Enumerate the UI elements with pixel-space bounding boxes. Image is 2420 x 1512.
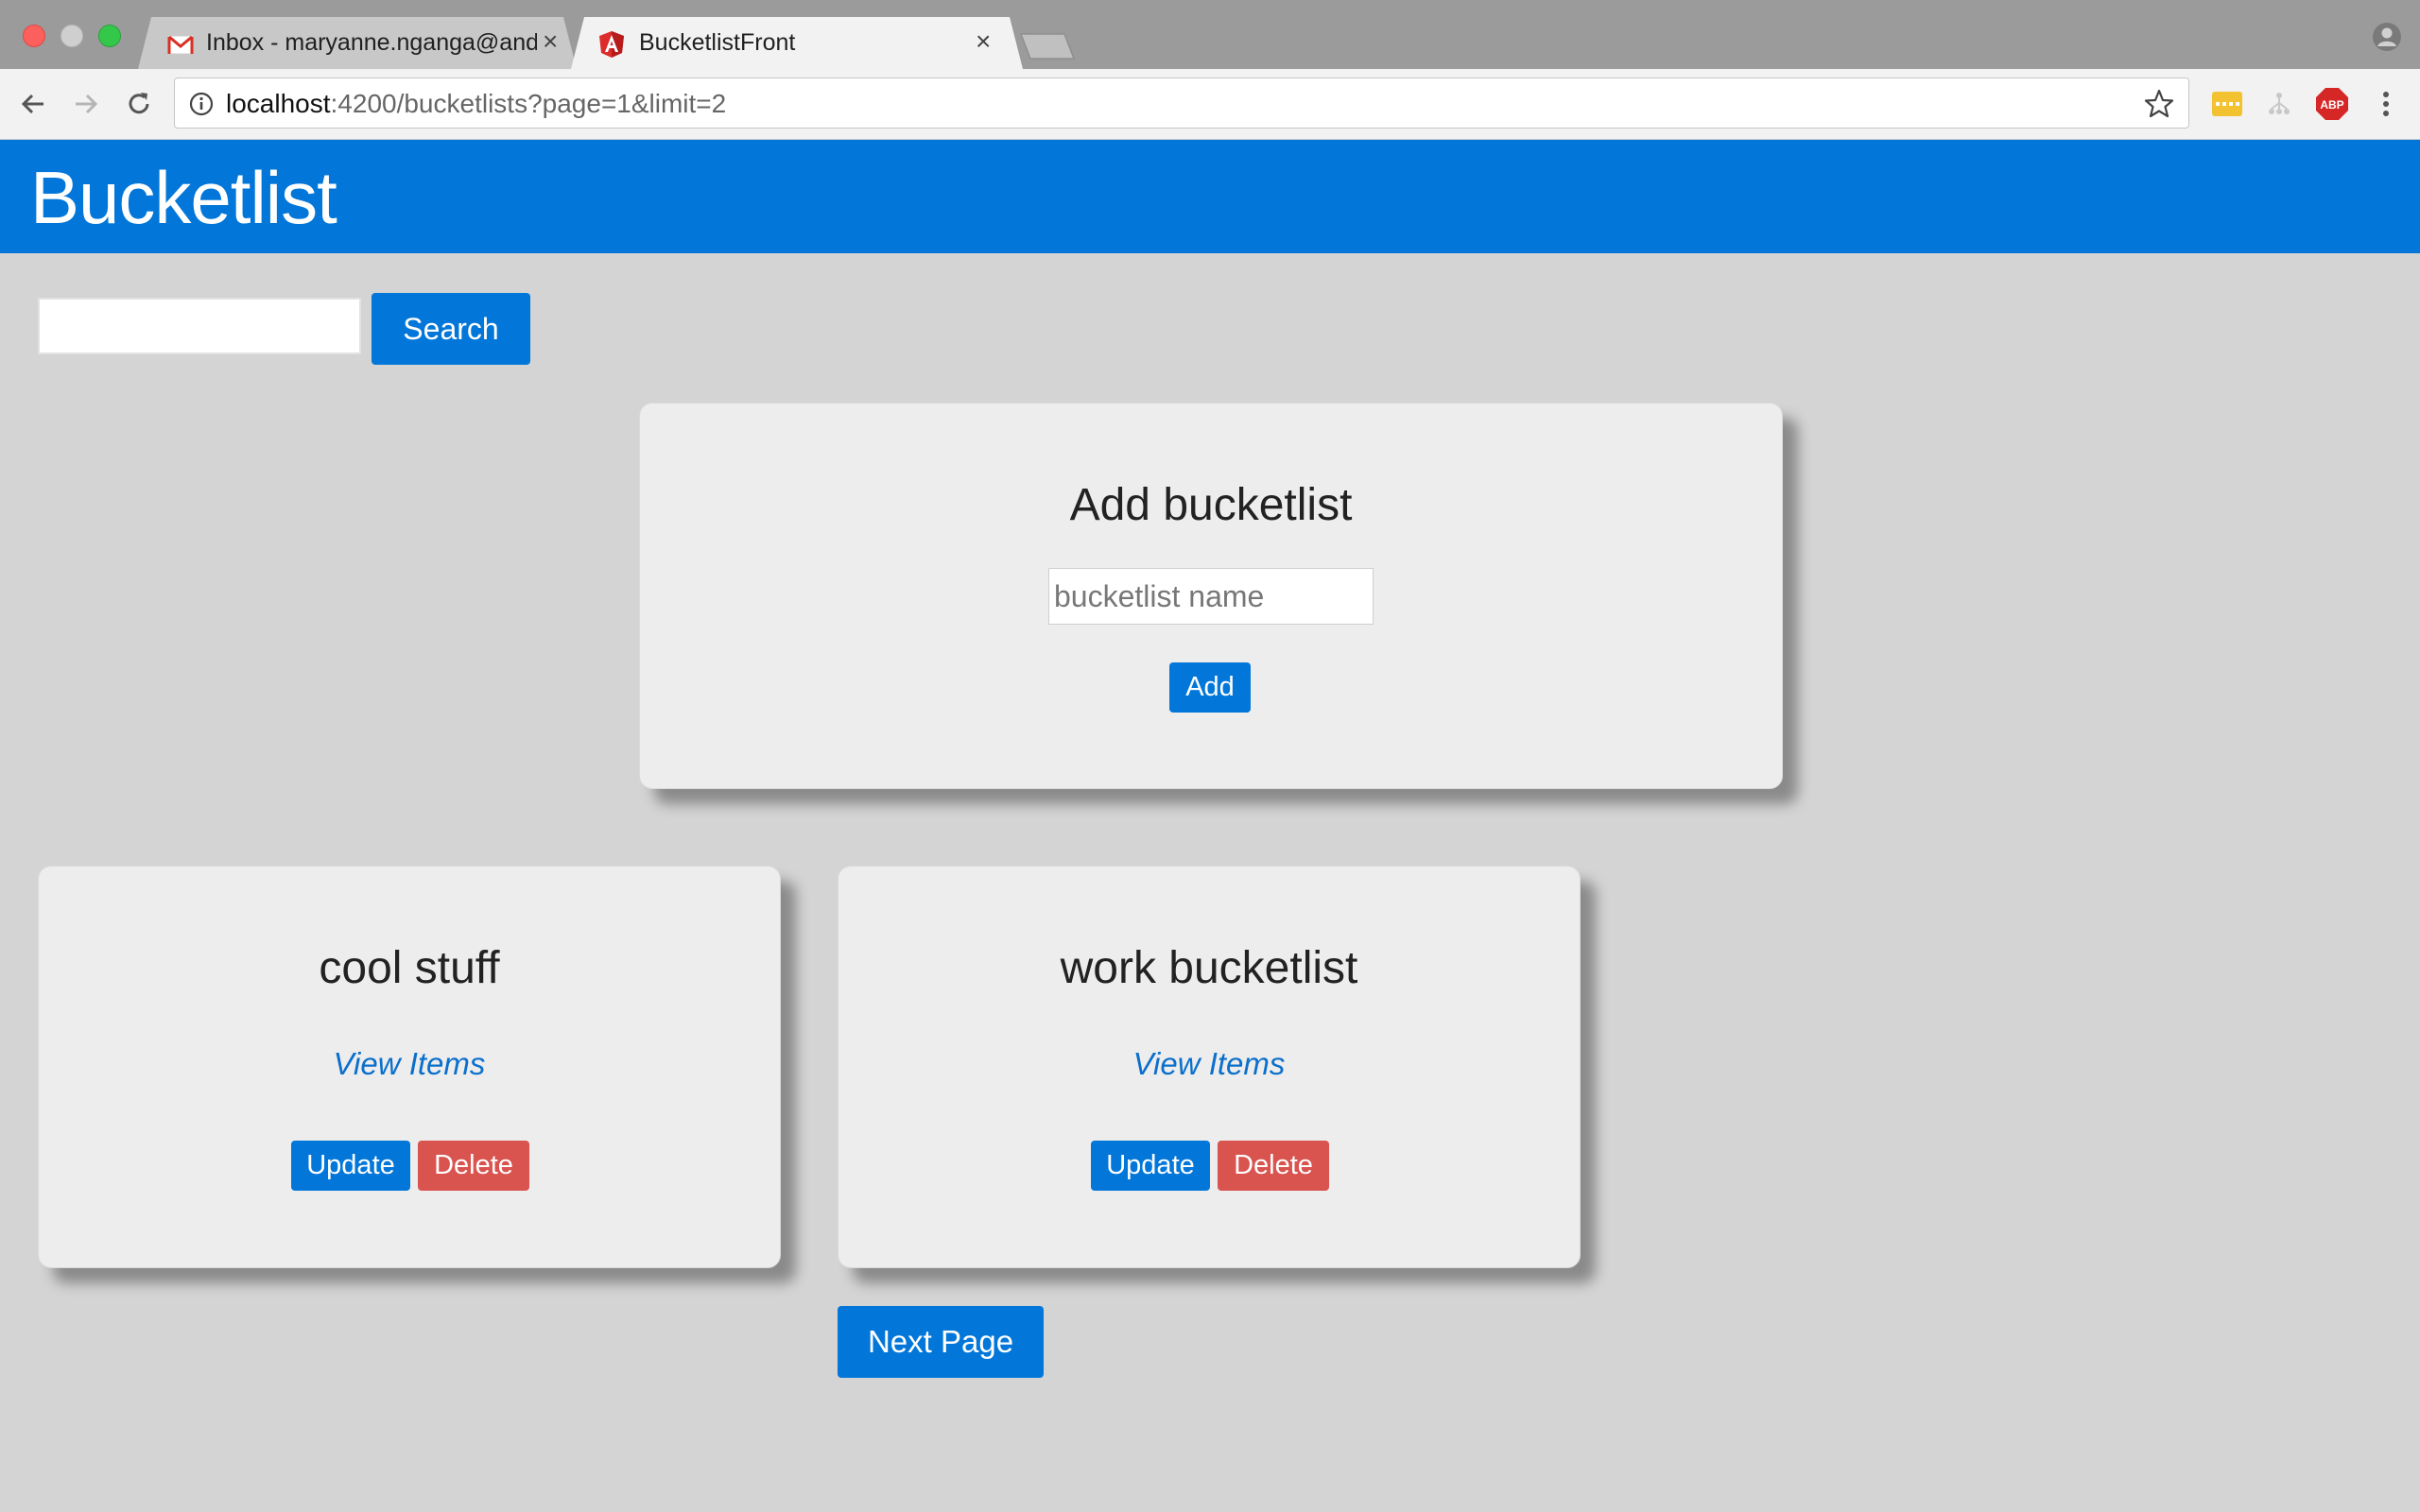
new-tab-button[interactable] bbox=[1019, 32, 1076, 60]
url-host: localhost bbox=[226, 89, 331, 118]
add-bucketlist-title: Add bucketlist bbox=[1069, 480, 1353, 530]
next-page-button[interactable]: Next Page bbox=[838, 1306, 1044, 1378]
tree-extension-icon[interactable] bbox=[2262, 87, 2296, 121]
update-button[interactable]: Update bbox=[291, 1141, 410, 1191]
info-icon[interactable] bbox=[188, 91, 215, 117]
bucketlist-card: work bucketlist View Items Update Delete bbox=[838, 866, 1581, 1268]
bucketlist-name: cool stuff bbox=[319, 943, 500, 993]
bookmark-star-icon[interactable] bbox=[2143, 88, 2175, 120]
app-header: Bucketlist bbox=[0, 140, 2420, 253]
delete-button[interactable]: Delete bbox=[418, 1141, 529, 1191]
tab-title: BucketlistFront bbox=[639, 29, 796, 56]
back-arrow-icon[interactable] bbox=[15, 86, 51, 122]
browser-tabstrip: Inbox - maryanne.nganga@andela.com × Buc… bbox=[0, 0, 2420, 69]
delete-button[interactable]: Delete bbox=[1218, 1141, 1329, 1191]
brand-title[interactable]: Bucketlist bbox=[30, 155, 337, 241]
view-items-link[interactable]: View Items bbox=[39, 1046, 780, 1082]
address-bar[interactable]: localhost:4200/bucketlists?page=1&limit=… bbox=[174, 77, 2189, 129]
tab-inbox[interactable]: Inbox - maryanne.nganga@andela.com × bbox=[138, 17, 577, 69]
angular-icon bbox=[599, 31, 624, 58]
profile-icon[interactable] bbox=[2371, 21, 2403, 53]
add-bucketlist-card: Add bucketlist Add bbox=[639, 403, 1783, 789]
adblock-plus-icon[interactable]: ABP bbox=[2315, 87, 2349, 121]
password-manager-icon[interactable] bbox=[2210, 87, 2244, 121]
forward-arrow-icon[interactable] bbox=[68, 86, 104, 122]
add-button[interactable]: Add bbox=[1169, 662, 1251, 713]
bucketlist-card: cool stuff View Items Update Delete bbox=[38, 866, 781, 1268]
bucketlist-name-input[interactable] bbox=[1048, 568, 1374, 625]
window-minimize-button[interactable] bbox=[60, 25, 83, 47]
search-input[interactable] bbox=[38, 298, 361, 354]
url-path: :4200/bucketlists?page=1&limit=2 bbox=[330, 89, 727, 118]
bucketlist-actions: Update Delete bbox=[39, 1141, 780, 1191]
search-button[interactable]: Search bbox=[372, 293, 530, 365]
view-items-link[interactable]: View Items bbox=[838, 1046, 1580, 1082]
close-icon[interactable]: × bbox=[543, 27, 558, 56]
reload-icon[interactable] bbox=[121, 86, 157, 122]
svg-text:ABP: ABP bbox=[2320, 98, 2343, 112]
bucketlist-actions: Update Delete bbox=[838, 1141, 1580, 1191]
tab-bucketlistfront[interactable]: BucketlistFront × bbox=[571, 17, 1023, 69]
url-text: localhost:4200/bucketlists?page=1&limit=… bbox=[226, 89, 726, 119]
gmail-icon bbox=[167, 35, 194, 55]
browser-menu-icon[interactable] bbox=[2369, 87, 2403, 121]
window-maximize-button[interactable] bbox=[98, 25, 121, 47]
browser-toolbar: localhost:4200/bucketlists?page=1&limit=… bbox=[0, 69, 2420, 140]
tab-title: Inbox - maryanne.nganga@andela.com bbox=[206, 29, 537, 56]
bucketlist-name: work bucketlist bbox=[1060, 943, 1358, 993]
update-button[interactable]: Update bbox=[1091, 1141, 1210, 1191]
window-close-button[interactable] bbox=[23, 25, 45, 47]
close-icon[interactable]: × bbox=[976, 27, 991, 56]
